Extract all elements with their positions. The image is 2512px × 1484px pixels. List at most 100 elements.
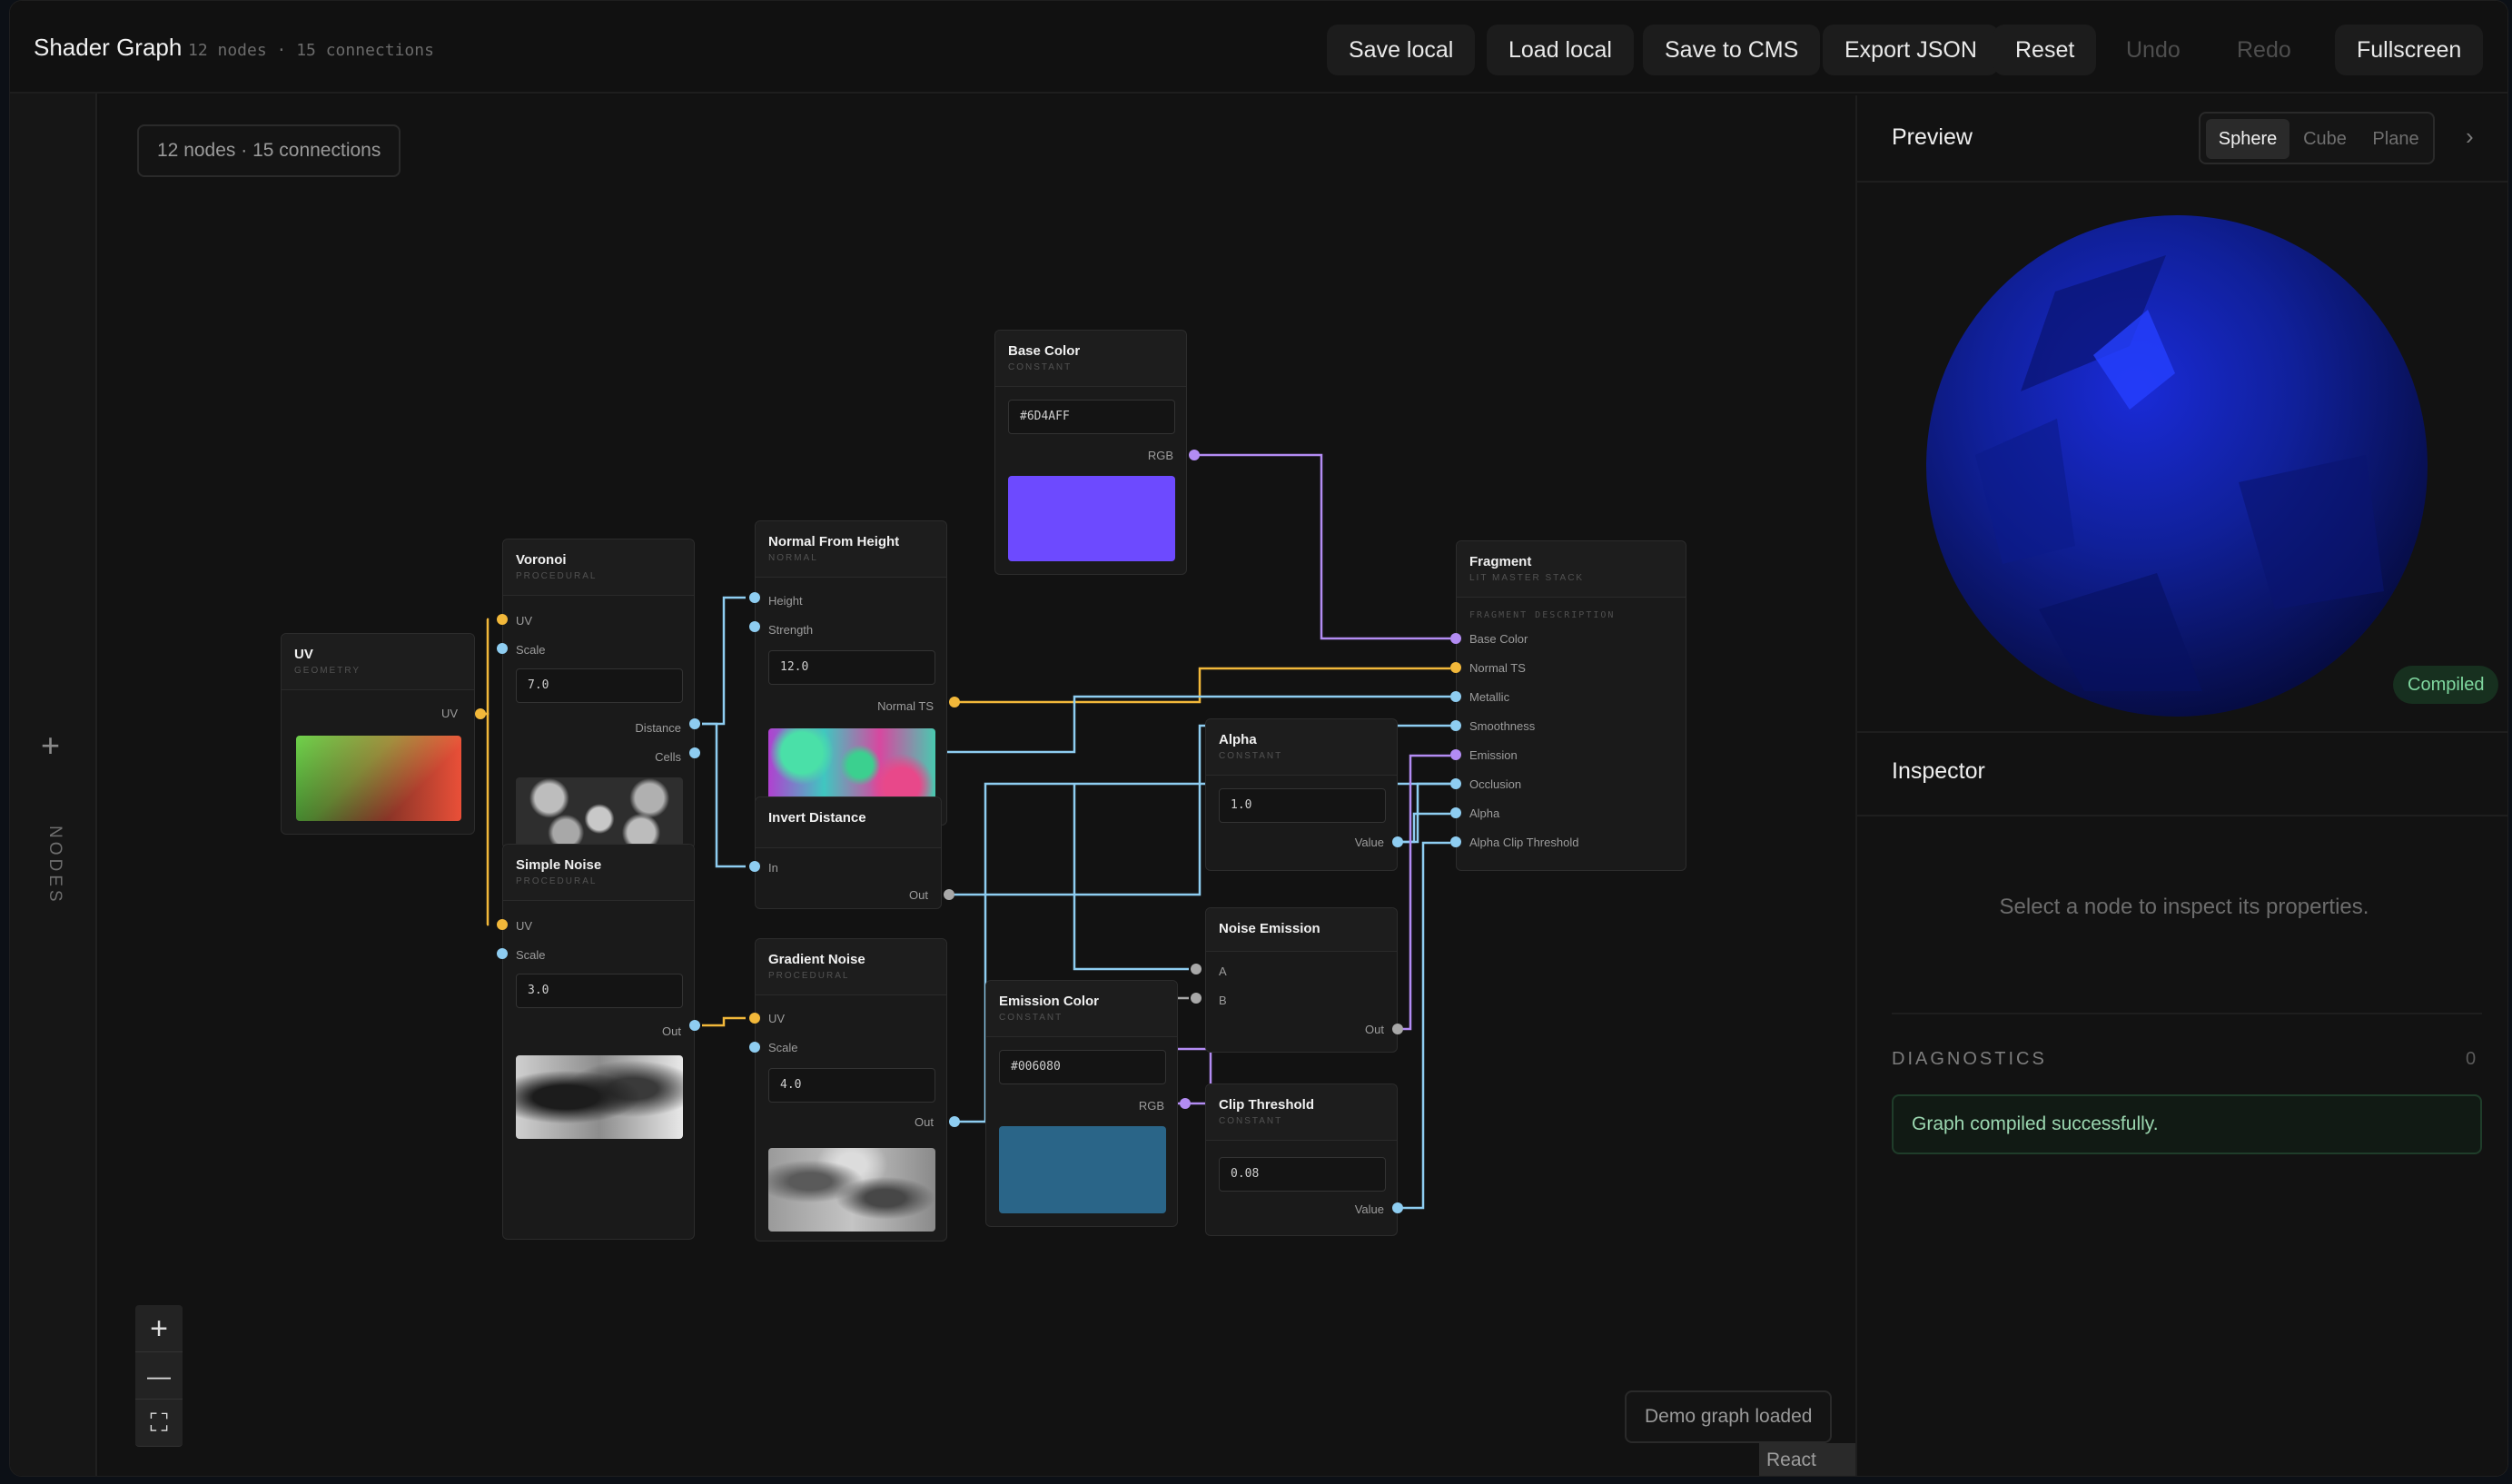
scale-input[interactable]: 7.0 (516, 668, 683, 703)
fullscreen-button[interactable]: Fullscreen (2335, 25, 2484, 75)
alpha-input[interactable]: 1.0 (1219, 788, 1386, 823)
graph-canvas[interactable]: 12 nodes · 15 connections UV GEOMETRY UV … (99, 95, 1855, 1476)
edge-uv-voronoi[interactable] (480, 618, 490, 716)
node-type: PROCEDURAL (516, 876, 598, 886)
node-gradient-noise[interactable]: Gradient Noise PROCEDURAL UV Scale 4.0 Ou… (755, 938, 947, 1242)
redo-button[interactable]: Redo (2215, 25, 2313, 75)
save-local-button[interactable]: Save local (1327, 25, 1476, 75)
node-noise-emission[interactable]: Noise Emission A B Out (1205, 907, 1398, 1053)
react-flow-attribution[interactable]: React Flow (1759, 1443, 1855, 1476)
port-label-alpha-clip: Alpha Clip Threshold (1469, 836, 1579, 849)
port-voronoi-uv[interactable] (497, 614, 508, 625)
edge-simplenoise-gradient[interactable] (702, 1016, 746, 1027)
node-title: Fragment (1469, 554, 1532, 569)
node-fragment[interactable]: Fragment LIT MASTER STACK FRAGMENT DESCRI… (1456, 540, 1686, 871)
port-noiseemission-b[interactable] (1191, 993, 1202, 1004)
shader-preview-viewport[interactable]: Compiled (1857, 181, 2507, 733)
port-simplenoise-out[interactable] (689, 1020, 700, 1031)
edge-voronoi-invert[interactable] (702, 722, 746, 868)
tab-sphere[interactable]: Sphere (2206, 119, 2289, 159)
node-library-rail[interactable]: + NODES (10, 94, 97, 1476)
zoom-out-button[interactable]: — (135, 1352, 183, 1400)
clip-threshold-input[interactable]: 0.08 (1219, 1157, 1386, 1192)
scale-input[interactable]: 4.0 (768, 1068, 935, 1103)
emission-color-swatch[interactable] (999, 1126, 1166, 1213)
scale-input[interactable]: 3.0 (516, 974, 683, 1008)
port-fragment-alphaclip[interactable] (1450, 836, 1461, 847)
add-node-icon[interactable]: + (41, 729, 60, 762)
simple-noise-preview (516, 1055, 683, 1139)
node-title: Noise Emission (1219, 921, 1320, 936)
port-uv-out[interactable] (475, 708, 486, 719)
edge-gradient-a[interactable] (1073, 784, 1189, 971)
color-hex-input[interactable]: #006080 (999, 1050, 1166, 1084)
node-uv[interactable]: UV GEOMETRY UV (281, 633, 475, 835)
nodes-rail-label[interactable]: NODES (45, 826, 64, 905)
port-simplenoise-uv[interactable] (497, 919, 508, 930)
port-invert-in[interactable] (749, 861, 760, 872)
port-fragment-occlusion[interactable] (1450, 778, 1461, 789)
node-alpha[interactable]: Alpha CONSTANT 1.0 Value (1205, 718, 1398, 871)
port-noiseemission-out[interactable] (1392, 1024, 1403, 1034)
load-local-button[interactable]: Load local (1487, 25, 1634, 75)
node-emission-color[interactable]: Emission Color CONSTANT #006080 RGB (985, 980, 1178, 1227)
divider (1892, 1013, 2482, 1014)
node-normal-from-height[interactable]: Normal From Height NORMAL Height Strength… (755, 520, 947, 826)
zoom-in-button[interactable]: + (135, 1305, 183, 1352)
port-normal-strength[interactable] (749, 621, 760, 632)
strength-input[interactable]: 12.0 (768, 650, 935, 685)
node-clip-threshold[interactable]: Clip Threshold CONSTANT 0.08 Value (1205, 1083, 1398, 1236)
color-hex-input[interactable]: #6D4AFF (1008, 400, 1175, 434)
node-title: Voronoi (516, 552, 567, 568)
node-voronoi[interactable]: Voronoi PROCEDURAL UV Scale 7.0 Distance … (502, 539, 695, 849)
port-voronoi-cells[interactable] (689, 747, 700, 758)
edge-basecolor-fragment[interactable] (1194, 453, 1450, 640)
port-alpha-out[interactable] (1392, 836, 1403, 847)
port-fragment-metallic[interactable] (1450, 691, 1461, 702)
port-label-uv: UV (516, 614, 533, 628)
node-type: CONSTANT (1219, 1116, 1283, 1126)
port-label-out: Out (662, 1024, 681, 1038)
port-gradient-out[interactable] (949, 1116, 960, 1127)
undo-button[interactable]: Undo (2104, 25, 2202, 75)
port-noiseemission-a[interactable] (1191, 964, 1202, 974)
port-voronoi-scale[interactable] (497, 643, 508, 654)
port-gradient-uv[interactable] (749, 1013, 760, 1024)
port-normal-height[interactable] (749, 592, 760, 603)
port-fragment-basecolor[interactable] (1450, 633, 1461, 644)
edge-clip-fragment[interactable] (1398, 841, 1450, 1210)
node-type: PROCEDURAL (516, 571, 598, 581)
node-base-color[interactable]: Base Color CONSTANT #6D4AFF RGB (994, 330, 1187, 575)
chevron-right-icon[interactable]: › (2466, 123, 2474, 151)
port-clip-out[interactable] (1392, 1202, 1403, 1213)
port-normal-out[interactable] (949, 697, 960, 707)
port-fragment-normal[interactable] (1450, 662, 1461, 673)
fit-view-button[interactable]: ⛶ (135, 1400, 183, 1447)
port-basecolor-out[interactable] (1189, 450, 1200, 460)
save-to-cms-button[interactable]: Save to CMS (1643, 25, 1821, 75)
port-fragment-emission[interactable] (1450, 749, 1461, 760)
export-json-button[interactable]: Export JSON (1823, 25, 1999, 75)
node-simple-noise[interactable]: Simple Noise PROCEDURAL UV Scale 3.0 Out (502, 844, 695, 1240)
tab-cube[interactable]: Cube (2293, 119, 2357, 159)
app-title: Shader Graph (34, 34, 183, 61)
port-gradient-scale[interactable] (749, 1042, 760, 1053)
base-color-swatch[interactable] (1008, 476, 1175, 561)
tab-plane[interactable]: Plane (2360, 119, 2431, 159)
edge-uv-simplenoise[interactable] (480, 712, 490, 926)
port-emissioncolor-out[interactable] (1180, 1098, 1191, 1109)
edge-voronoi-height[interactable] (702, 596, 746, 726)
port-label-uv: UV (516, 919, 533, 933)
port-label-emission: Emission (1469, 748, 1518, 762)
port-simplenoise-scale[interactable] (497, 948, 508, 959)
port-voronoi-distance[interactable] (689, 718, 700, 729)
node-invert-distance[interactable]: Invert Distance In Out (755, 796, 942, 909)
reset-button[interactable]: Reset (1993, 25, 2097, 75)
edge-alpha-fragment[interactable] (1398, 812, 1450, 844)
port-label-scale: Scale (516, 948, 546, 962)
port-label-normal-ts: Normal TS (1469, 661, 1526, 675)
port-invert-out[interactable] (944, 889, 954, 900)
port-label-rgb: RGB (1138, 1099, 1164, 1113)
port-fragment-smoothness[interactable] (1450, 720, 1461, 731)
port-fragment-alpha[interactable] (1450, 807, 1461, 818)
